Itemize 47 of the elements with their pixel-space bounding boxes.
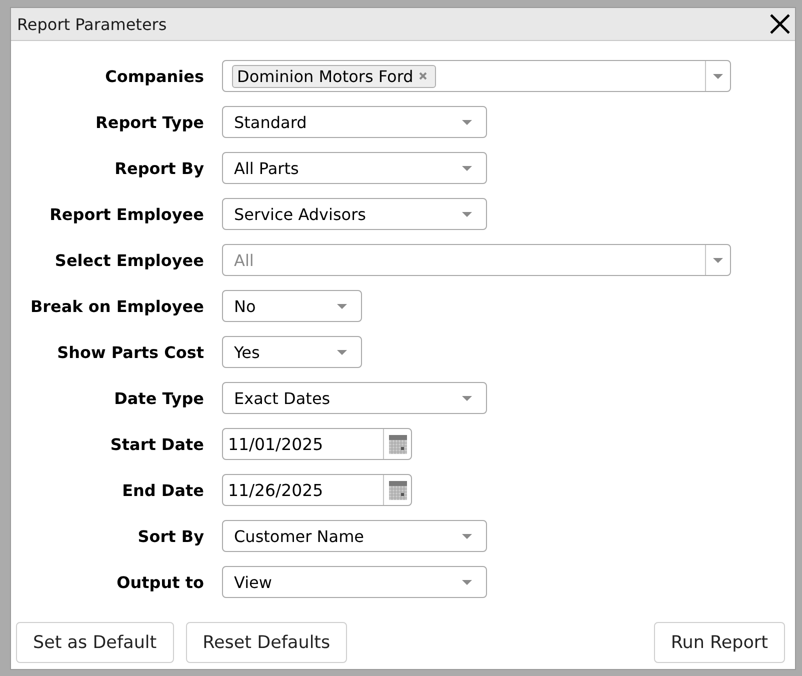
- date-field[interactable]: 11/01/2025: [222, 428, 412, 460]
- caret-icon: [713, 74, 723, 78]
- caret-icon: [462, 580, 472, 584]
- reset-defaults-button[interactable]: Reset Defaults: [186, 622, 348, 663]
- tag-text: Dominion Motors Ford: [237, 66, 414, 86]
- date-input[interactable]: 11/01/2025: [228, 433, 383, 455]
- close-button[interactable]: [768, 12, 792, 36]
- caret-icon: [462, 166, 472, 170]
- caret-icon: [462, 120, 472, 124]
- set-default-button[interactable]: Set as Default: [16, 622, 174, 663]
- search-input[interactable]: All: [234, 249, 705, 271]
- combobox-field[interactable]: All: [222, 244, 731, 276]
- run-report-button[interactable]: Run Report: [654, 622, 785, 663]
- date-field[interactable]: 11/26/2025: [222, 474, 412, 506]
- dropdown[interactable]: Standard: [222, 106, 487, 138]
- caret-icon: [462, 396, 472, 400]
- date-input[interactable]: 11/26/2025: [228, 479, 383, 501]
- field-label: Start Date: [110, 434, 204, 454]
- caret-icon: [462, 212, 472, 216]
- dropdown[interactable]: Service Advisors: [222, 198, 487, 230]
- field-label: End Date: [122, 480, 204, 500]
- calendar-icon: [388, 434, 406, 454]
- remove-icon[interactable]: [419, 72, 428, 80]
- field-label: Date Type: [114, 388, 204, 408]
- dropdown[interactable]: Yes: [222, 336, 362, 368]
- dropdown[interactable]: Exact Dates: [222, 382, 487, 414]
- field-label: Output to: [116, 572, 204, 592]
- window-title: Report Parameters: [17, 14, 167, 34]
- multiselect-field[interactable]: Dominion Motors Ford: [222, 60, 731, 92]
- caret-icon: [713, 258, 723, 262]
- field-label: Break on Employee: [30, 296, 204, 316]
- close-icon: [770, 14, 790, 34]
- field-label: Report Type: [96, 112, 204, 132]
- caret-icon: [462, 534, 472, 538]
- caret-icon: [337, 350, 347, 354]
- dropdown[interactable]: All Parts: [222, 152, 487, 184]
- field-label: Sort By: [138, 526, 204, 546]
- field-label: Report By: [114, 158, 204, 178]
- field-label: Select Employee: [54, 250, 204, 270]
- dropdown[interactable]: View: [222, 566, 487, 598]
- dropdown[interactable]: No: [222, 290, 362, 322]
- caret-icon: [337, 304, 347, 308]
- calendar-icon: [388, 480, 406, 500]
- dropdown[interactable]: Customer Name: [222, 520, 487, 552]
- field-label: Companies: [105, 66, 204, 86]
- field-label: Report Employee: [50, 204, 204, 224]
- field-label: Show Parts Cost: [57, 342, 204, 362]
